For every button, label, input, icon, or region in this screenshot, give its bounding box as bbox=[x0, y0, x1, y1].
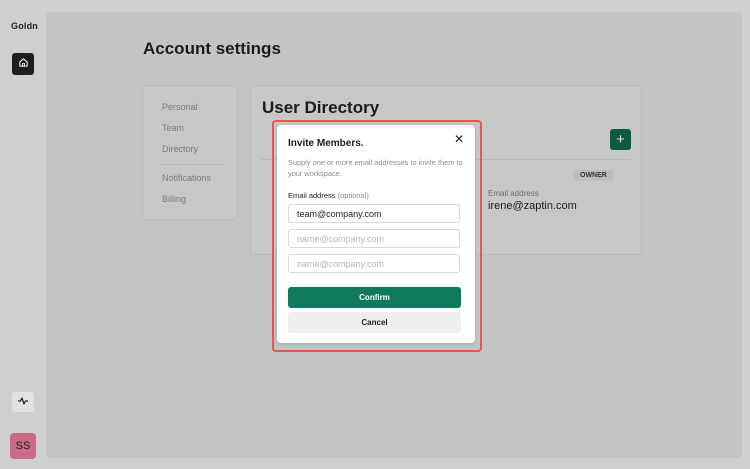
confirm-button[interactable]: Confirm bbox=[288, 287, 461, 308]
app-logo: Goldn bbox=[11, 21, 38, 31]
settings-nav: Personal Team Directory Notifications Bi… bbox=[142, 85, 238, 220]
settings-nav-team[interactable]: Team bbox=[162, 123, 184, 133]
invite-members-modal: Invite Members. ✕ Supply one or more ema… bbox=[277, 125, 475, 343]
nav-divider bbox=[159, 164, 225, 165]
email-input-2[interactable] bbox=[288, 229, 460, 248]
sidebar: Goldn SS bbox=[0, 0, 46, 469]
email-input-3[interactable] bbox=[288, 254, 460, 273]
add-member-button[interactable]: + bbox=[610, 129, 631, 150]
nav-activity-button[interactable] bbox=[12, 392, 34, 412]
owner-badge: OWNER bbox=[574, 170, 613, 181]
directory-title: User Directory bbox=[262, 98, 380, 117]
email-input-1[interactable] bbox=[288, 204, 460, 223]
avatar[interactable]: SS bbox=[10, 433, 36, 459]
modal-description: Supply one or more email addresses to in… bbox=[288, 158, 463, 178]
activity-icon bbox=[17, 393, 29, 411]
member-email-label: Email address bbox=[488, 189, 539, 198]
optional-hint: (optional) bbox=[337, 191, 369, 200]
settings-nav-personal[interactable]: Personal bbox=[162, 102, 198, 112]
email-field-label: Email address (optional) bbox=[288, 191, 369, 200]
settings-nav-billing[interactable]: Billing bbox=[162, 194, 186, 204]
home-icon bbox=[18, 55, 29, 73]
email-field-label-text: Email address bbox=[288, 191, 336, 200]
member-email-value: irene@zaptin.com bbox=[488, 200, 577, 212]
cancel-button[interactable]: Cancel bbox=[288, 312, 461, 333]
settings-nav-directory[interactable]: Directory bbox=[162, 144, 198, 154]
close-icon[interactable]: ✕ bbox=[454, 132, 464, 146]
page-title: Account settings bbox=[143, 39, 281, 58]
modal-title: Invite Members. bbox=[288, 138, 364, 149]
settings-nav-notifications[interactable]: Notifications bbox=[162, 173, 211, 183]
nav-home-button[interactable] bbox=[12, 53, 34, 75]
